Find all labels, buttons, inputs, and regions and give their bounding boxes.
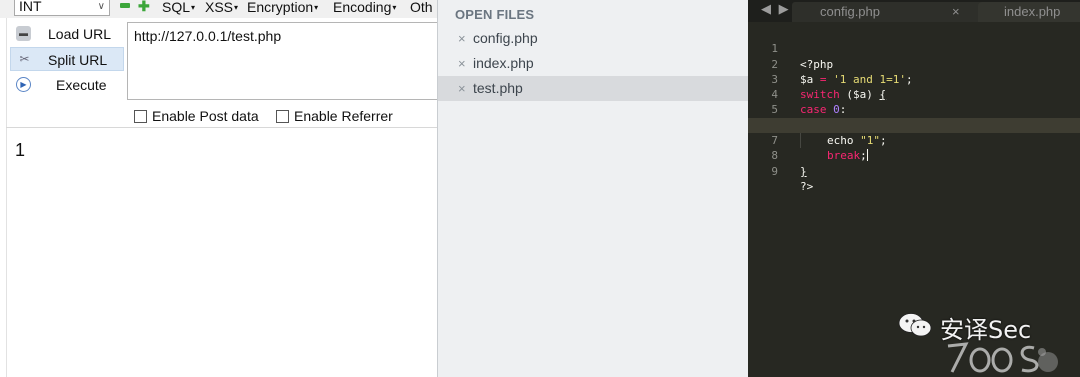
dropdown-arrow-icon: ▾ bbox=[234, 3, 239, 12]
code-line: 9 ?> bbox=[771, 164, 814, 193]
tab-config[interactable]: config.php × bbox=[792, 2, 992, 22]
file-name: config.php bbox=[473, 30, 538, 46]
menu-other[interactable]: Oth bbox=[410, 0, 433, 16]
open-files-sidebar: OPEN FILES × config.php × index.php × te… bbox=[437, 0, 749, 377]
url-value: http://127.0.0.1/test.php bbox=[134, 28, 282, 44]
scissors-icon: ✂ bbox=[19, 52, 30, 66]
code-line: 2 $a = '1 and 1=1'; bbox=[771, 57, 913, 86]
load-url-label: Load URL bbox=[48, 26, 112, 42]
type-select[interactable]: INT ∨ bbox=[14, 0, 110, 16]
menu-sql[interactable]: SQL▾ bbox=[162, 0, 195, 17]
code-line-current: 7 break; bbox=[748, 117, 1080, 162]
chevron-down-icon: ∨ bbox=[97, 1, 105, 12]
sidebar-file-config[interactable]: × config.php bbox=[438, 26, 749, 51]
load-url-button[interactable]: ▬ Load URL bbox=[10, 22, 124, 46]
checkbox-box[interactable] bbox=[134, 110, 147, 123]
dropdown-arrow-icon: ▾ bbox=[191, 3, 196, 12]
dropdown-arrow-icon: ▾ bbox=[392, 3, 397, 12]
split-url-label: Split URL bbox=[48, 52, 108, 68]
close-icon[interactable]: × bbox=[458, 51, 466, 76]
wechat-icon bbox=[898, 313, 932, 337]
menu-xss[interactable]: XSS▾ bbox=[205, 0, 238, 17]
code-area[interactable]: 1 <?php 2 $a = '1 and 1=1'; 3 switch ($a… bbox=[748, 26, 1080, 193]
dropdown-arrow-icon: ▾ bbox=[314, 3, 319, 12]
watermark: 安译Sec bbox=[892, 308, 1080, 377]
play-icon: ▶ bbox=[16, 77, 31, 92]
split-url-button[interactable]: ✂ Split URL bbox=[10, 47, 124, 71]
hackbar-actions: ▬ Load URL ✂ Split URL ▶ Execute bbox=[6, 22, 124, 122]
disk-icon: ▬ bbox=[16, 26, 31, 41]
execute-button[interactable]: ▶ Execute bbox=[10, 73, 124, 97]
increase-button[interactable]: ✚ bbox=[138, 0, 150, 13]
close-icon[interactable]: × bbox=[952, 2, 960, 22]
sidebar-file-index[interactable]: × index.php bbox=[438, 51, 749, 76]
checkbox-box[interactable] bbox=[276, 110, 289, 123]
menu-encoding[interactable]: Encoding▾ bbox=[333, 0, 396, 17]
divider bbox=[6, 127, 437, 128]
hackbar-panel: INT ∨ ✚ SQL▾ XSS▾ Encryption▾ Encoding▾ … bbox=[0, 0, 437, 377]
code-line: 6 echo "1"; bbox=[771, 119, 887, 148]
code-line: 3 switch ($a) { bbox=[771, 72, 887, 102]
tab-index[interactable]: index.php bbox=[978, 2, 1080, 22]
referrer-label: Enable Referrer bbox=[294, 108, 393, 124]
editor-tab-bar: ◀ ▶ config.php × index.php bbox=[748, 0, 1080, 22]
sidebar-file-test[interactable]: × test.php bbox=[438, 76, 749, 101]
tab-nav-arrows-icon[interactable]: ◀ ▶ bbox=[761, 1, 791, 17]
file-name: index.php bbox=[473, 55, 534, 71]
menu-encryption[interactable]: Encryption▾ bbox=[247, 0, 318, 17]
close-icon[interactable]: × bbox=[458, 76, 466, 101]
tab-label: index.php bbox=[1004, 4, 1061, 19]
code-line: 4 case 0: bbox=[771, 88, 847, 117]
file-name: test.php bbox=[473, 80, 523, 96]
code-line: 8 } bbox=[771, 149, 807, 178]
code-line: 1 <?php bbox=[771, 42, 834, 71]
sidebar-title: OPEN FILES bbox=[455, 7, 535, 22]
tab-label: config.php bbox=[820, 4, 880, 19]
graffiti-logo bbox=[947, 342, 1058, 373]
hackbar-toolbar: INT ∨ ✚ SQL▾ XSS▾ Encryption▾ Encoding▾ … bbox=[0, 0, 437, 18]
post-data-checkbox[interactable]: Enable Post data bbox=[134, 108, 259, 124]
execute-label: Execute bbox=[56, 77, 107, 93]
code-line: 5 case 1: bbox=[771, 103, 846, 131]
decrease-button[interactable] bbox=[120, 3, 130, 8]
url-textarea[interactable]: http://127.0.0.1/test.php bbox=[127, 22, 437, 100]
page-output: 1 bbox=[15, 140, 26, 160]
close-icon[interactable]: × bbox=[458, 26, 466, 51]
post-data-label: Enable Post data bbox=[152, 108, 259, 124]
type-select-value: INT bbox=[19, 0, 42, 14]
referrer-checkbox[interactable]: Enable Referrer bbox=[276, 108, 393, 124]
